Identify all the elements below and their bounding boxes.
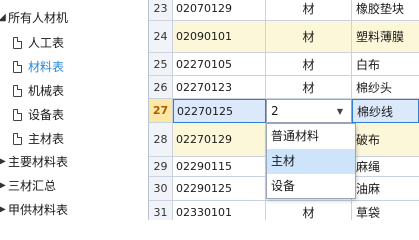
type-cell[interactable]: 材 — [266, 0, 352, 21]
tree-item-label: 设备表 — [28, 108, 65, 122]
tree-item-label: 所有人材机 — [8, 11, 69, 25]
name-cell[interactable]: 白布 — [352, 53, 419, 76]
type-dropdown-list: 普通材料 主材 设备 — [266, 123, 356, 199]
code-cell[interactable]: 02270129 — [173, 123, 266, 157]
code-cell[interactable]: 02090101 — [173, 21, 266, 53]
type-dropdown-value: 2 — [271, 104, 279, 118]
type-cell[interactable]: 材 — [266, 76, 352, 99]
code-cell[interactable]: 02270123 — [173, 76, 266, 99]
expand-arrow-icon[interactable]: ▶ — [0, 150, 7, 174]
code-cell[interactable]: 02290115 — [173, 157, 266, 177]
name-cell[interactable]: 草袋 — [352, 201, 419, 220]
dropdown-option-main-material[interactable]: 主材 — [267, 149, 355, 174]
tree-item-all-resources[interactable]: ◢ 所有人材机 — [0, 6, 148, 30]
type-cell[interactable]: 材 — [266, 53, 352, 76]
row-number: 27 — [149, 99, 173, 123]
tree-item-machinery[interactable]: 机械表 — [0, 79, 148, 103]
row-number: 29 — [149, 157, 173, 177]
row-number: 31 — [149, 201, 173, 220]
tree-item-label: 主要材料表 — [8, 155, 69, 169]
row-number: 25 — [149, 53, 173, 76]
table-row[interactable]: 23 02070129 材 橡胶垫块 — [149, 0, 419, 21]
expand-arrow-icon[interactable]: ◢ — [0, 6, 7, 30]
name-cell[interactable]: 油麻 — [352, 177, 419, 201]
name-cell[interactable]: 棉纱线 — [352, 99, 419, 123]
tree-item-owner-supplied[interactable]: ▶ 甲供材料表 — [0, 198, 148, 220]
row-number: 30 — [149, 177, 173, 201]
row-number: 24 — [149, 21, 173, 53]
dropdown-option-ordinary-material[interactable]: 普通材料 — [267, 124, 355, 149]
tree-item-three-materials-summary[interactable]: ▶ 三材汇总 — [0, 174, 148, 198]
type-dropdown[interactable]: 2 ▼ — [266, 99, 352, 123]
tree-item-label: 甲供材料表 — [8, 203, 69, 217]
code-cell[interactable]: 02270105 — [173, 53, 266, 76]
name-cell[interactable]: 棉纱头 — [352, 76, 419, 99]
code-cell[interactable]: 02330101 — [173, 201, 266, 220]
tree-item-labor[interactable]: 人工表 — [0, 31, 148, 55]
tree-item-equipment[interactable]: 设备表 — [0, 103, 148, 127]
tree-item-major-materials[interactable]: ▶ 主要材料表 — [0, 150, 148, 174]
code-cell[interactable]: 02070129 — [173, 0, 266, 21]
name-cell[interactable]: 破布 — [352, 123, 419, 157]
dropdown-option-equipment[interactable]: 设备 — [267, 174, 355, 199]
tree-item-label: 机械表 — [28, 84, 65, 98]
tree-item-label: 人工表 — [28, 36, 65, 50]
tree-item-label: 主材表 — [28, 132, 65, 146]
code-cell[interactable]: 02270125 — [173, 99, 266, 123]
type-cell[interactable]: 材 — [266, 21, 352, 53]
expand-arrow-icon[interactable]: ▶ — [0, 198, 7, 220]
document-icon — [13, 109, 22, 121]
row-number: 26 — [149, 76, 173, 99]
table-row[interactable]: 26 02270123 材 棉纱头 — [149, 76, 419, 99]
tree-item-main-materials[interactable]: 主材表 — [0, 127, 148, 151]
row-number: 23 — [149, 0, 173, 21]
name-cell[interactable]: 塑料薄膜 — [352, 21, 419, 53]
tree-item-materials[interactable]: 材料表 — [0, 55, 148, 79]
table-row[interactable]: 31 02330101 材 草袋 — [149, 201, 419, 220]
table-row-active[interactable]: 27 02270125 2 ▼ 棉纱线 — [149, 99, 419, 123]
table-row[interactable]: 25 02270105 材 白布 — [149, 53, 419, 76]
dropdown-arrow-icon[interactable]: ▼ — [337, 100, 343, 122]
document-icon — [13, 61, 22, 73]
name-cell[interactable]: 麻绳 — [352, 157, 419, 177]
document-icon — [13, 37, 22, 49]
document-icon — [13, 133, 22, 145]
expand-arrow-icon[interactable]: ▶ — [0, 174, 7, 198]
code-cell[interactable]: 02290125 — [173, 177, 266, 201]
row-number: 28 — [149, 123, 173, 157]
category-tree: ◢ 所有人材机 人工表 材料表 机械表 设备表 主材表 ▶ 主要材料表 ▶ 三材… — [0, 0, 149, 220]
table-row[interactable]: 24 02090101 材 塑料薄膜 — [149, 21, 419, 53]
document-icon — [13, 85, 22, 97]
name-cell[interactable]: 橡胶垫块 — [352, 0, 419, 21]
tree-item-label: 材料表 — [28, 60, 65, 74]
type-cell[interactable]: 材 — [266, 201, 352, 220]
tree-item-label: 三材汇总 — [8, 179, 57, 193]
